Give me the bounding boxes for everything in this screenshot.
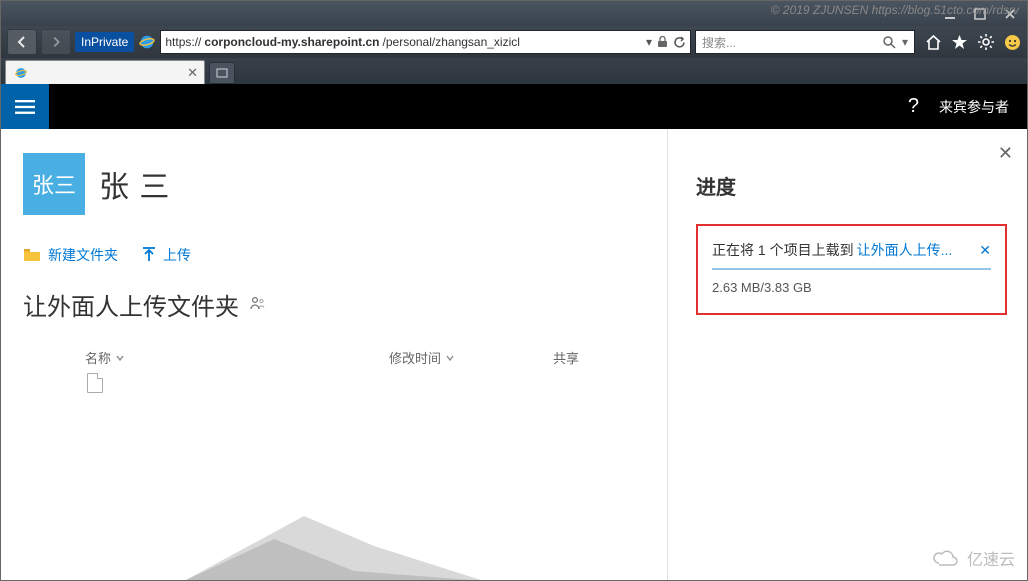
- progress-text: 正在将 1 个项目上载到: [712, 240, 854, 260]
- column-share-header[interactable]: 共享: [553, 351, 579, 366]
- upload-label: 上传: [163, 245, 191, 265]
- browser-navbar: InPrivate https://corponcloud-my.sharepo…: [1, 26, 1027, 58]
- home-icon[interactable]: [925, 34, 942, 51]
- tab-strip: ✕: [1, 58, 1027, 84]
- file-type-icon: [87, 373, 103, 393]
- url-path: /personal/zhangsan_xizicl: [383, 35, 520, 49]
- main-panel: 张三 张 三 新建文件夹 上传 让外面人上传文件夹 名称: [1, 129, 667, 580]
- current-folder-title: 让外面人上传文件夹: [23, 287, 239, 322]
- chevron-down-icon: [445, 353, 455, 363]
- refresh-icon[interactable]: [673, 36, 686, 49]
- watermark-logo-icon: [931, 548, 961, 568]
- watermark-top: © 2019 ZJUNSEN https://blog.51cto.com/rd…: [771, 3, 1019, 17]
- app-header: ? 来宾参与者: [1, 84, 1027, 129]
- folder-title-row: 让外面人上传文件夹: [23, 287, 265, 322]
- progress-cancel-button[interactable]: ✕: [979, 242, 991, 259]
- addressbar-dropdown-icon[interactable]: ▾: [646, 35, 652, 49]
- ie-logo-icon: [138, 33, 156, 51]
- emoji-icon[interactable]: [1004, 34, 1021, 51]
- upload-button[interactable]: 上传: [142, 245, 191, 265]
- inprivate-badge: InPrivate: [75, 32, 134, 52]
- nav-forward-button[interactable]: [41, 29, 71, 55]
- owner-avatar-tile: 张三: [23, 153, 85, 215]
- share-permissions-icon[interactable]: [249, 295, 265, 315]
- new-folder-label: 新建文件夹: [48, 245, 118, 265]
- owner-display-name: 张 三: [99, 162, 170, 206]
- content-area: 张三 张 三 新建文件夹 上传 让外面人上传文件夹 名称: [1, 129, 1027, 580]
- progress-item: 正在将 1 个项目上载到 让外面人上传... ✕ 2.63 MB/3.83 GB: [696, 224, 1007, 315]
- url-protocol: https://: [165, 35, 201, 49]
- column-modified-header[interactable]: 修改时间: [389, 348, 441, 367]
- search-bar[interactable]: 搜索... ▾: [695, 30, 915, 54]
- addressbar-controls: ▾: [646, 35, 686, 49]
- favorites-icon[interactable]: [951, 34, 968, 51]
- search-icon[interactable]: [883, 36, 896, 49]
- url-host: corponcloud-my.sharepoint.cn: [204, 35, 379, 49]
- command-bar: 新建文件夹 上传: [23, 245, 645, 265]
- help-icon[interactable]: ?: [908, 95, 919, 118]
- new-folder-button[interactable]: 新建文件夹: [23, 245, 118, 265]
- address-bar[interactable]: https://corponcloud-my.sharepoint.cn/per…: [160, 30, 691, 54]
- lock-icon: [657, 36, 668, 48]
- tab-close-button[interactable]: ✕: [187, 65, 198, 81]
- progress-panel: ✕ 进度 正在将 1 个项目上载到 让外面人上传... ✕ 2.63 MB/3.…: [667, 129, 1027, 580]
- search-placeholder: 搜索...: [702, 34, 736, 51]
- panel-close-button[interactable]: ✕: [998, 143, 1013, 164]
- guest-label: 来宾参与者: [939, 97, 1009, 117]
- progress-size: 2.63 MB/3.83 GB: [712, 280, 991, 295]
- watermark-text: 亿速云: [967, 546, 1015, 570]
- browser-toolbar: [925, 33, 1021, 51]
- new-tab-button[interactable]: [209, 62, 235, 84]
- watermark-bottom: 亿速云: [931, 546, 1015, 570]
- owner-row: 张三 张 三: [23, 153, 645, 215]
- browser-tab[interactable]: ✕: [5, 60, 205, 84]
- folder-icon: [23, 248, 41, 262]
- nav-back-button[interactable]: [7, 29, 37, 55]
- app-launcher-button[interactable]: [1, 84, 49, 129]
- tab-favicon-icon: [12, 64, 30, 82]
- panel-title: 进度: [696, 171, 1007, 200]
- search-dropdown-icon[interactable]: ▾: [902, 35, 908, 49]
- progress-target-link[interactable]: 让外面人上传...: [857, 240, 953, 260]
- chevron-down-icon: [115, 353, 125, 363]
- empty-illustration: [184, 491, 484, 580]
- upload-icon: [142, 247, 156, 263]
- file-list-header: 名称 修改时间 共享: [23, 348, 645, 367]
- column-name-header[interactable]: 名称: [85, 348, 111, 367]
- settings-icon[interactable]: [977, 33, 995, 51]
